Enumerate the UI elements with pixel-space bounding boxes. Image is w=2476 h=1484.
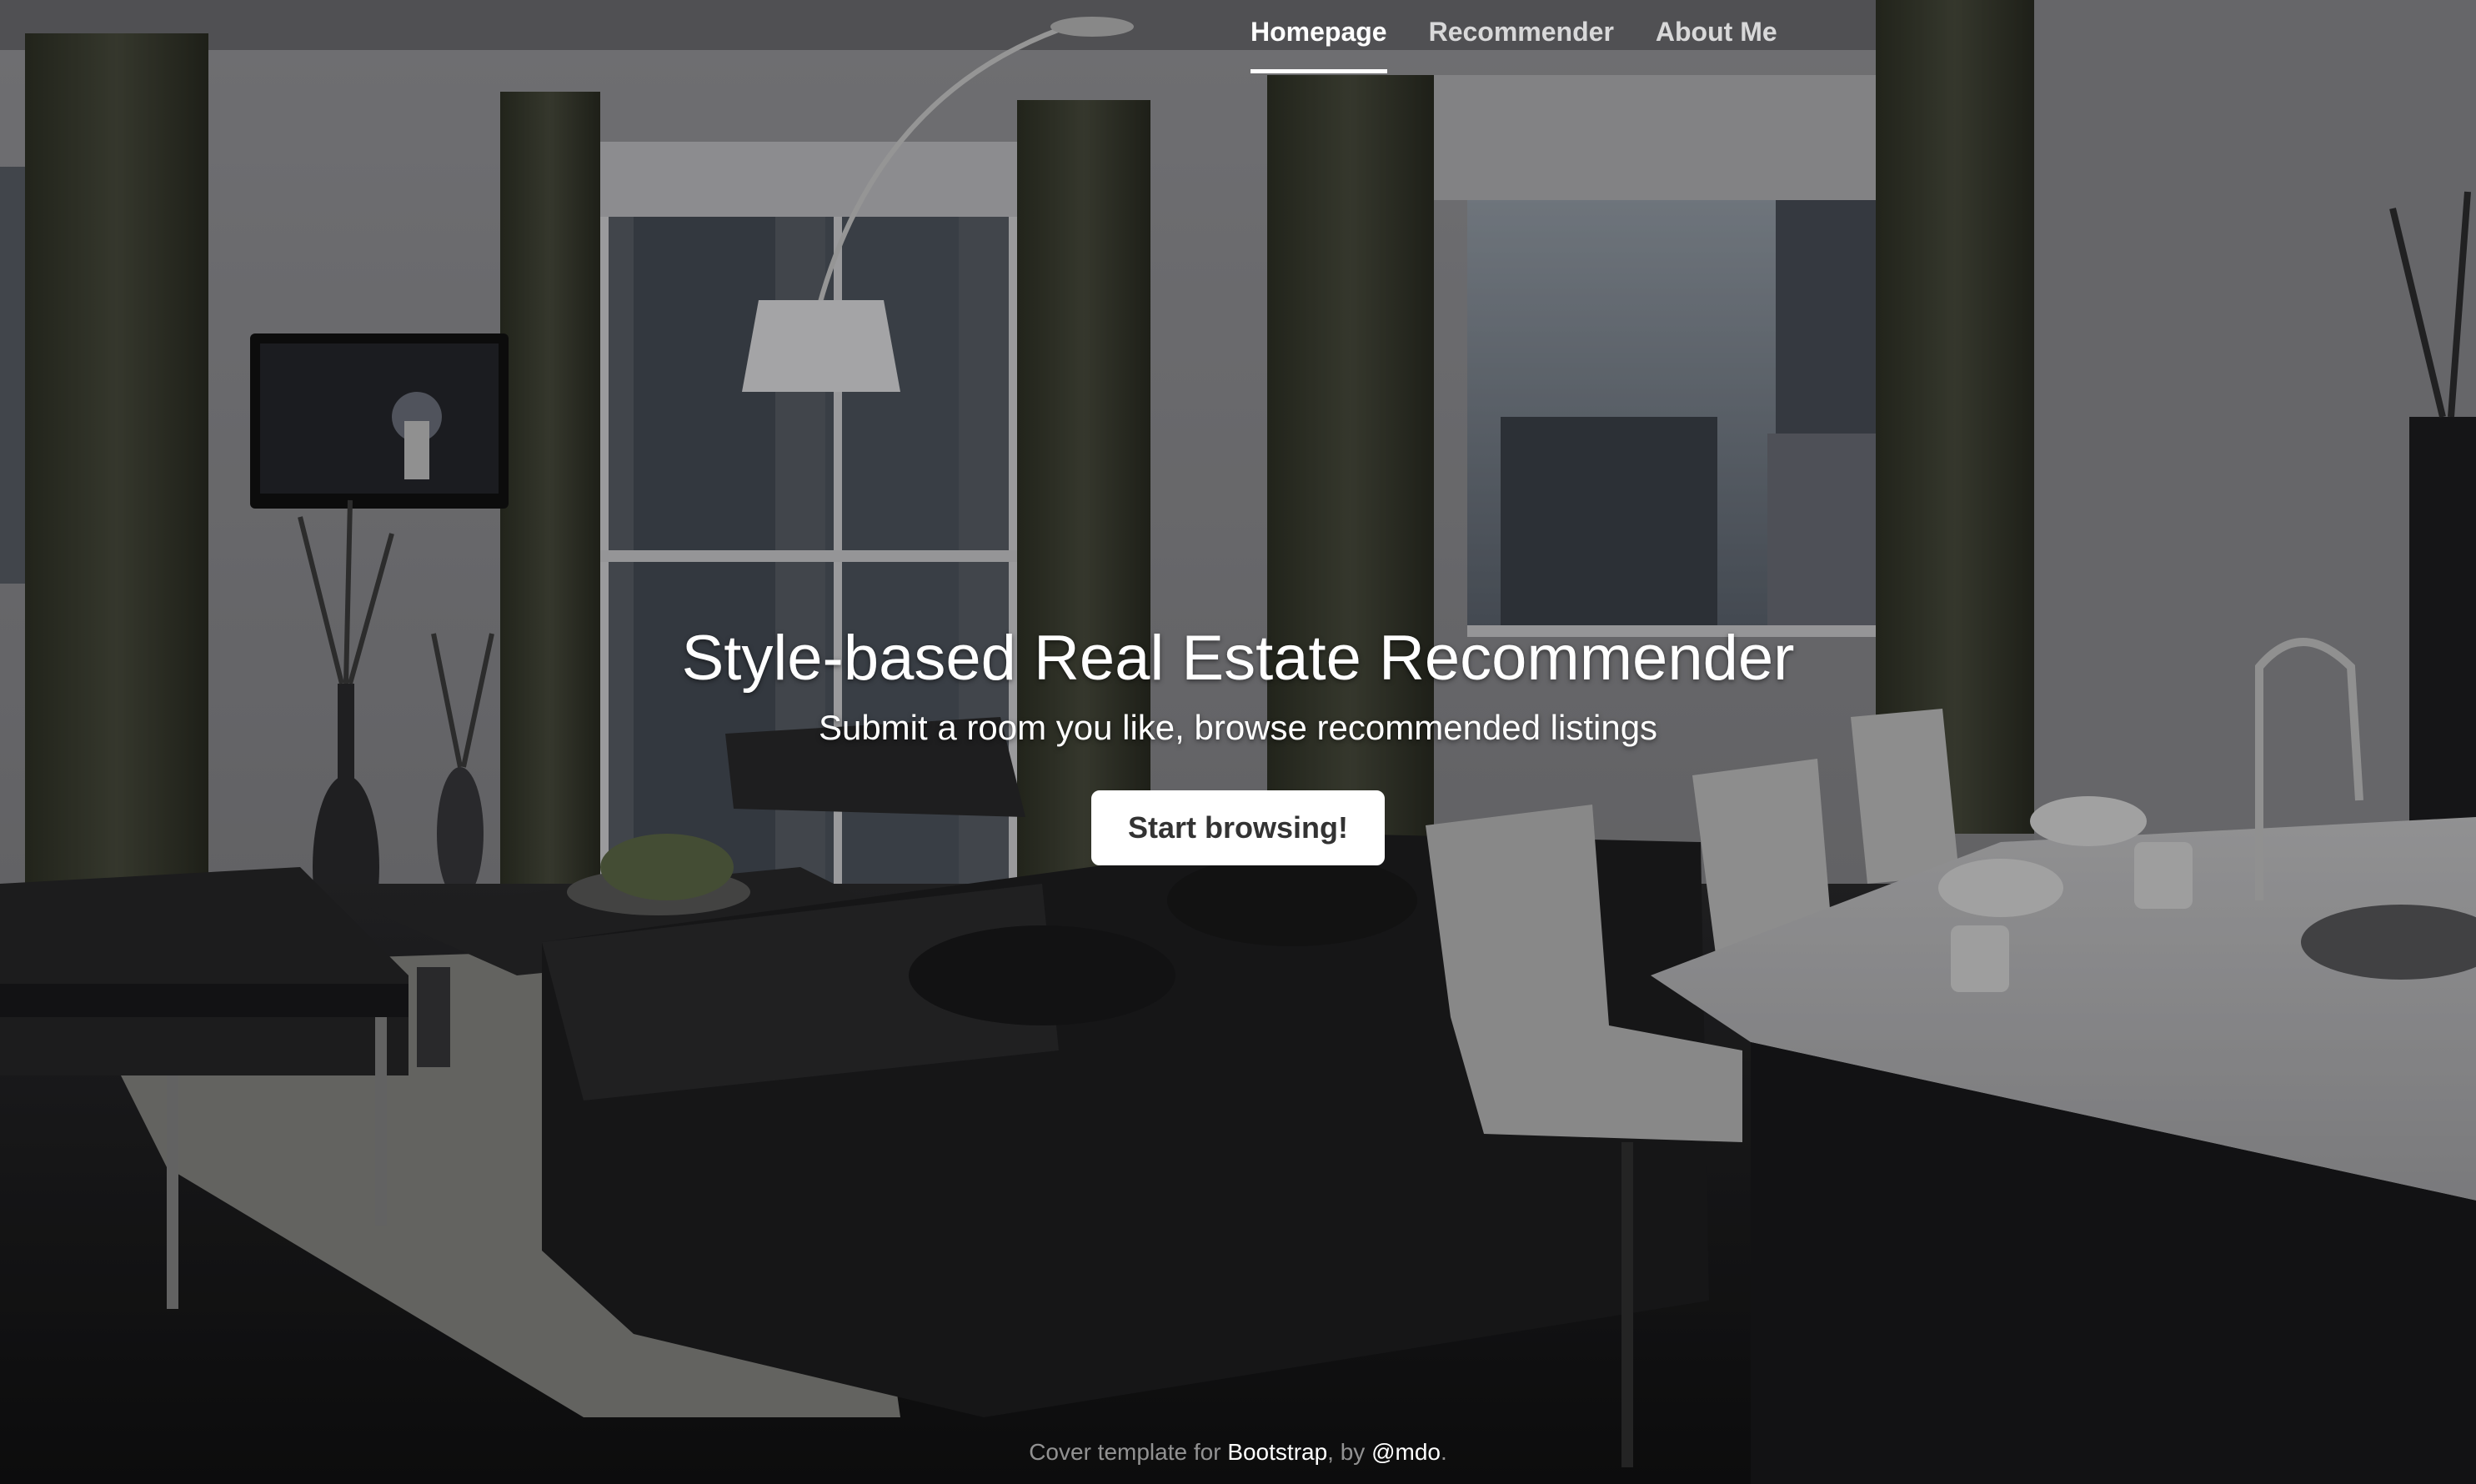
footer-prefix: Cover template for <box>1029 1439 1228 1465</box>
footer-mdo-link[interactable]: @mdo <box>1371 1439 1441 1465</box>
top-nav: Homepage Recommender About Me <box>1251 0 1819 77</box>
nav-item-about-me[interactable]: About Me <box>1656 0 1777 73</box>
hero-title: Style-based Real Estate Recommender <box>681 623 1795 694</box>
footer: Cover template for Bootstrap, by @mdo. <box>0 1439 2476 1466</box>
nav-item-homepage[interactable]: Homepage <box>1251 0 1387 73</box>
hero-section: Style-based Real Estate Recommender Subm… <box>0 624 2476 865</box>
start-browsing-button[interactable]: Start browsing! <box>1090 790 1385 865</box>
footer-middle: , by <box>1327 1439 1372 1465</box>
nav-item-recommender[interactable]: Recommender <box>1429 0 1614 73</box>
footer-suffix: . <box>1441 1439 1447 1465</box>
footer-bootstrap-link[interactable]: Bootstrap <box>1227 1439 1327 1465</box>
hero-subtitle: Submit a room you like, browse recommend… <box>818 707 1658 747</box>
